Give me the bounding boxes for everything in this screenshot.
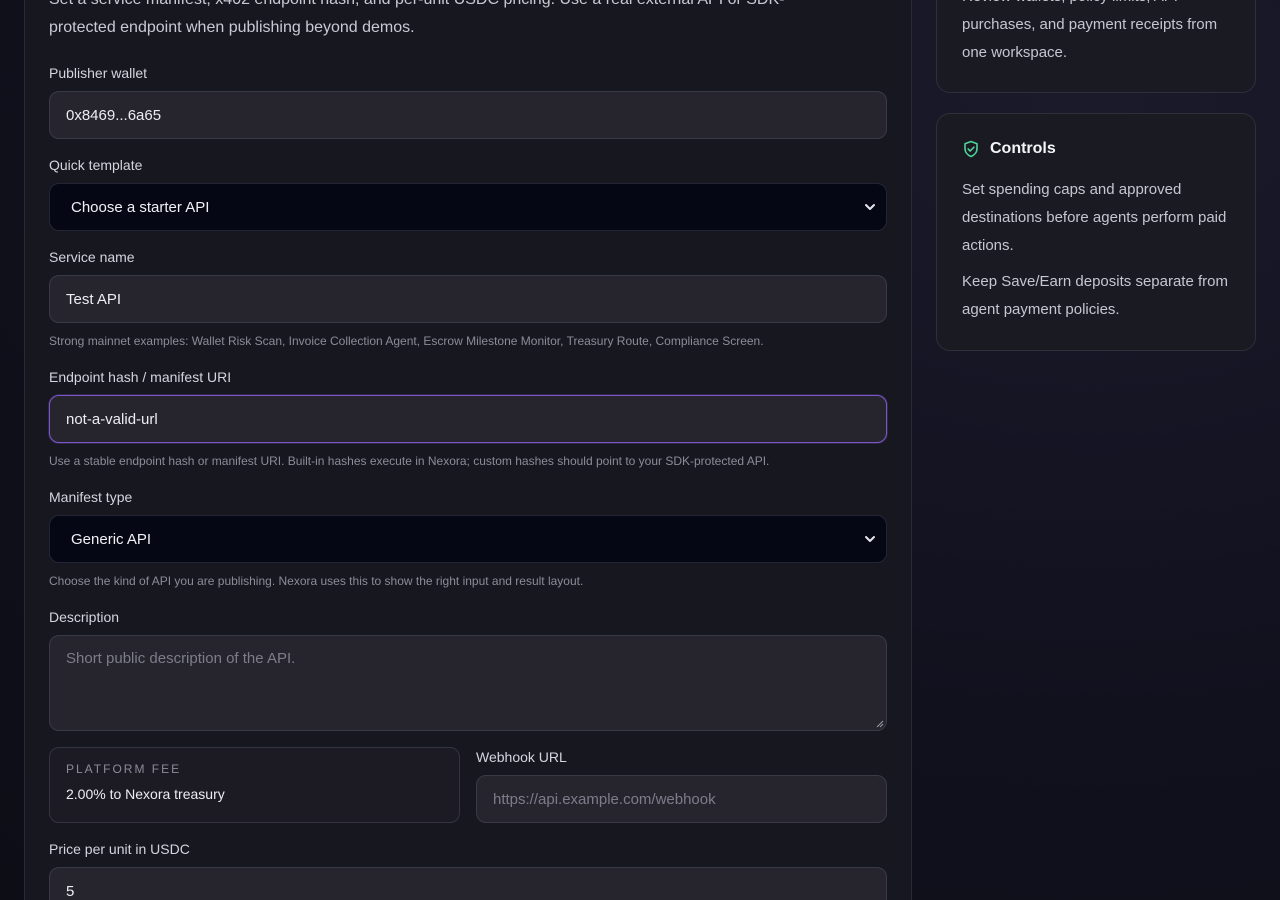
webhook-input[interactable]: https://api.example.com/webhook	[476, 775, 887, 823]
webhook-placeholder: https://api.example.com/webhook	[493, 790, 716, 808]
description-label: Description	[49, 609, 120, 625]
quick-template-value: Choose a starter API	[71, 198, 210, 216]
webhook-label: Webhook URL	[476, 749, 567, 765]
publisher-wallet-label: Publisher wallet	[49, 65, 148, 81]
price-value: 5	[66, 883, 75, 900]
price-input[interactable]: 5	[49, 867, 887, 900]
endpoint-label: Endpoint hash / manifest URI	[49, 369, 232, 385]
controls-card-title: Controls	[962, 140, 1230, 158]
manifest-type-value: Generic API	[71, 530, 152, 548]
service-name-value: Test API	[66, 290, 122, 308]
endpoint-helper: Use a stable endpoint hash or manifest U…	[49, 454, 770, 468]
chevron-down-icon	[865, 536, 875, 542]
manifest-type-helper: Choose the kind of API you are publishin…	[49, 574, 584, 588]
intro-text: Set a service manifest, x402 endpoint ha…	[49, 0, 849, 42]
service-name-input[interactable]: Test API	[49, 275, 887, 323]
price-label: Price per unit in USDC	[49, 841, 190, 857]
publisher-wallet-field[interactable]: 0x8469...6a65	[49, 91, 887, 139]
chevron-down-icon	[865, 204, 875, 210]
manifest-type-label: Manifest type	[49, 489, 133, 505]
service-name-label: Service name	[49, 249, 135, 265]
intro-line-2: protected endpoint when publishing beyon…	[49, 19, 415, 36]
overview-line-1: Review wallets, policy limits, API	[962, 0, 1230, 11]
controls-paragraph-1: Set spending caps and approved destinati…	[962, 181, 1227, 254]
controls-paragraph-2: Keep Save/Earn deposits separate from ag…	[962, 273, 1228, 318]
endpoint-value: not-a-valid-url	[66, 410, 158, 428]
resize-grip-icon[interactable]	[876, 720, 884, 728]
platform-fee-caption: PLATFORM FEE	[66, 762, 182, 776]
workspace-overview-card: Review wallets, policy limits, API purch…	[936, 0, 1256, 93]
shield-check-icon	[964, 140, 978, 158]
platform-fee-box: PLATFORM FEE 2.00% to Nexora treasury	[49, 747, 460, 823]
description-placeholder: Short public description of the API.	[66, 650, 296, 667]
quick-template-select[interactable]: Choose a starter API	[49, 183, 887, 231]
overview-line-2: purchases, and payment receipts from	[962, 16, 1218, 33]
endpoint-input[interactable]: not-a-valid-url	[49, 395, 887, 443]
controls-title-text: Controls	[990, 140, 1056, 157]
controls-card: Controls Set spending caps and approved …	[936, 113, 1256, 351]
overview-line-3: one workspace.	[962, 44, 1068, 61]
description-textarea[interactable]: Short public description of the API.	[49, 635, 887, 731]
manifest-type-select[interactable]: Generic API	[49, 515, 887, 563]
quick-template-label: Quick template	[49, 157, 143, 173]
publisher-wallet-value: 0x8469...6a65	[66, 106, 162, 124]
platform-fee-value: 2.00% to Nexora treasury	[66, 786, 225, 802]
service-name-helper: Strong mainnet examples: Wallet Risk Sca…	[49, 334, 764, 348]
intro-line-1: Set a service manifest, x402 endpoint ha…	[49, 0, 849, 14]
